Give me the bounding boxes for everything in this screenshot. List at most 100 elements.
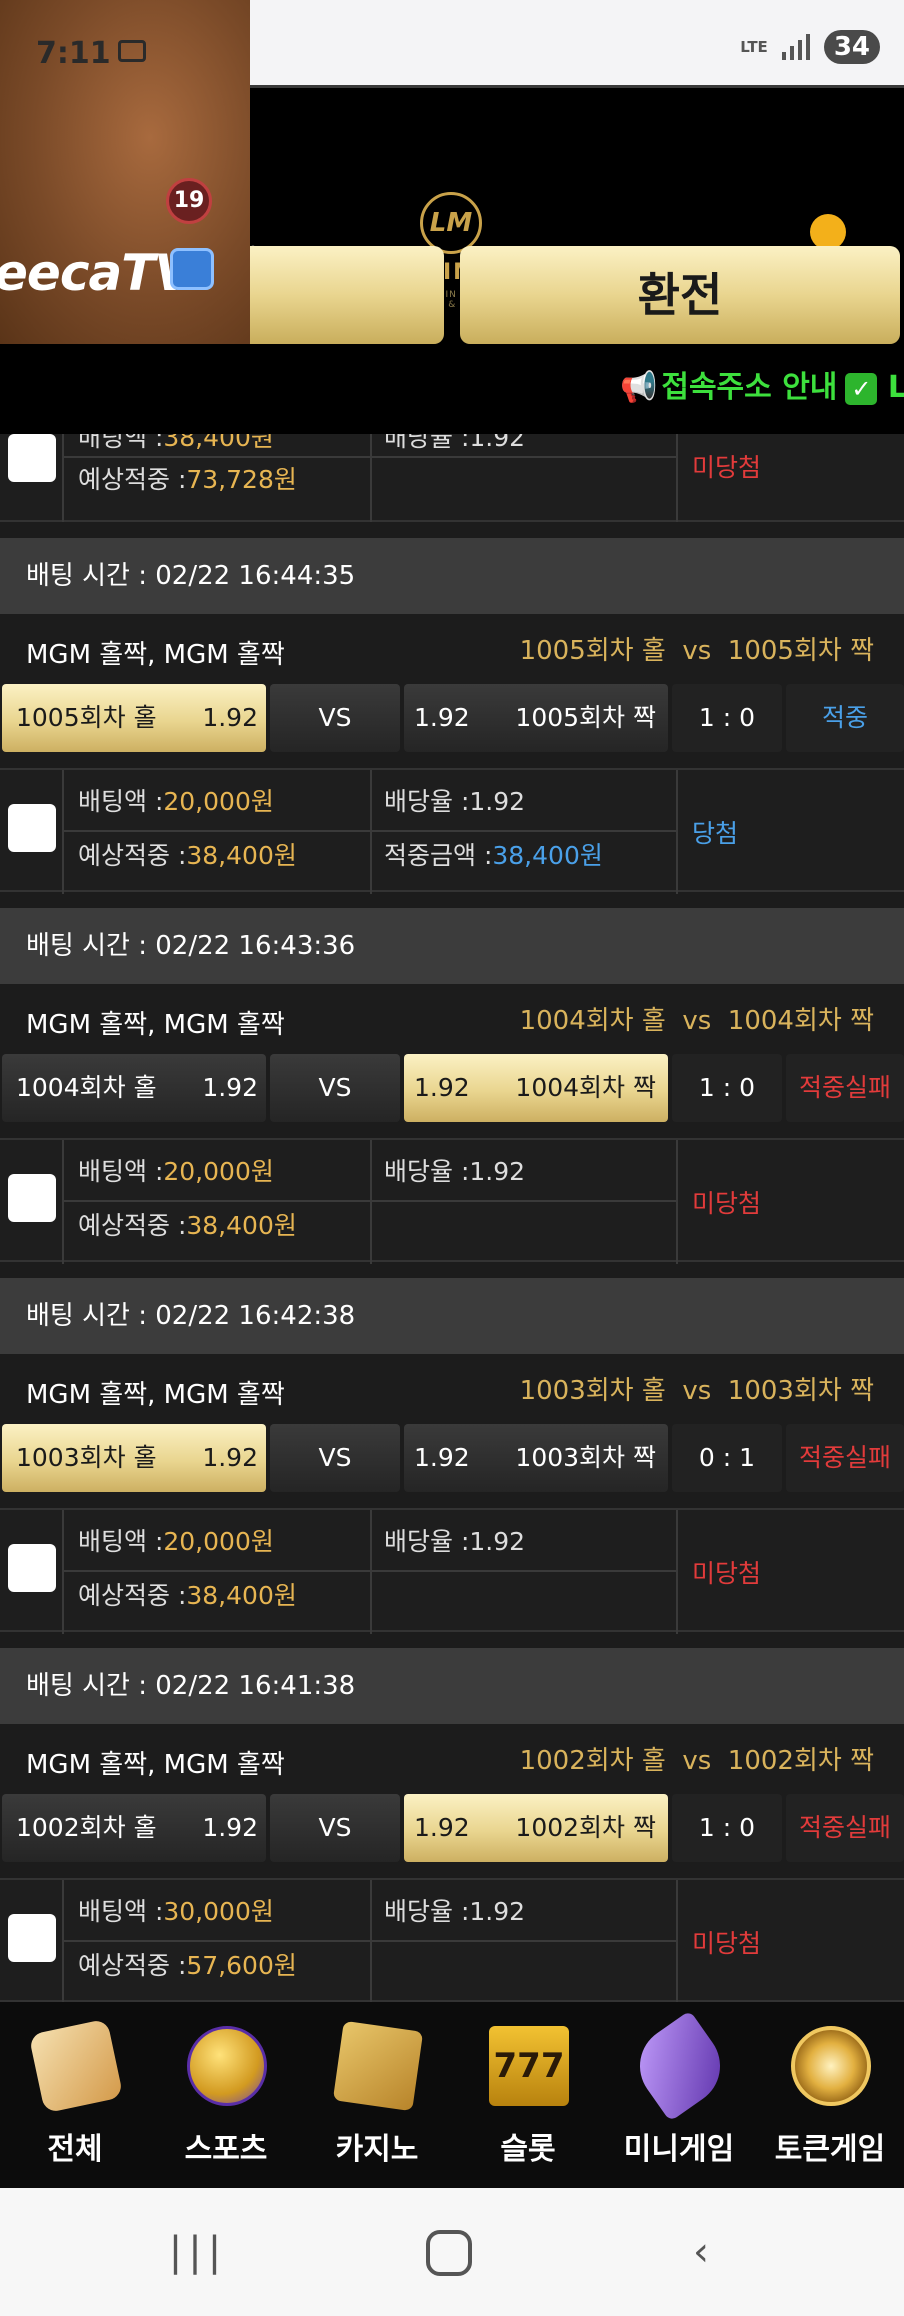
expected-value: 38,400원: [186, 841, 297, 870]
channel-logo: eecaTV: [0, 244, 193, 302]
home-odds: 1.92: [202, 1813, 258, 1842]
amount-value: 30,000원: [163, 1897, 274, 1926]
dice-icon: [28, 2018, 124, 2114]
score: 0 : 1: [672, 1424, 782, 1492]
score: 1 : 0: [672, 684, 782, 752]
away-pick[interactable]: 1.92 1003회차 짝: [404, 1424, 668, 1492]
bet-status: 미당첨: [692, 453, 762, 482]
home-pick[interactable]: 1002회차 홀 1.92: [2, 1794, 266, 1862]
home-pick[interactable]: 1003회차 홀 1.92: [2, 1424, 266, 1492]
expected-value: 73,728원: [186, 465, 297, 494]
amount-label: 배팅액 :: [78, 787, 164, 816]
away-pick[interactable]: 1.92 1004회차 짝: [404, 1054, 668, 1122]
nav-item[interactable]: 미니게임: [604, 2010, 754, 2176]
pick-row: 1002회차 홀 1.92 VS 1.92 1002회차 짝 1 : 0 적중실…: [0, 1794, 904, 1864]
nav-label: 미니게임: [623, 2132, 735, 2167]
away-team: 1004회차 짝: [515, 1073, 656, 1102]
away-odds: 1.92: [414, 1073, 470, 1102]
system-nav-bar: ||| ‹: [0, 2188, 904, 2316]
nav-item[interactable]: 777 슬롯: [453, 2016, 603, 2176]
score: 1 : 0: [672, 1054, 782, 1122]
amount-label: 배팅액 :: [78, 1157, 164, 1186]
video-overlay[interactable]: 7:11 19 eecaTV: [0, 0, 250, 344]
odds-label: 배당율 :: [384, 787, 470, 816]
expected-value: 38,400원: [186, 1581, 297, 1610]
match-away: 1003회차 짝: [727, 1376, 874, 1406]
game-row: MGM 홀짝, MGM 홀짝 1004회차 홀 vs 1004회차 짝: [0, 984, 904, 1054]
bet-select-checkbox[interactable]: [8, 1544, 56, 1592]
home-team: 1005회차 홀: [16, 703, 157, 732]
bet-time-bar: 배팅 시간 : 02/22 16:44:35: [0, 538, 904, 614]
game-name: MGM 홀짝, MGM 홀짝: [26, 1010, 285, 1040]
bet-card: 배팅 시간 : 02/22 16:44:35 MGM 홀짝, MGM 홀짝 10…: [0, 538, 904, 908]
amount-label: 배팅액 :: [78, 1897, 164, 1926]
odds-value: 1.92: [469, 434, 526, 452]
nav-item[interactable]: 토큰게임: [755, 2016, 904, 2176]
match-vs: vs: [682, 1746, 712, 1776]
vs-label: VS: [270, 1424, 400, 1492]
tv-icon: [170, 248, 214, 290]
vs-label: VS: [270, 684, 400, 752]
lte-icon: LTE: [740, 38, 768, 56]
cards-icon: [332, 2020, 424, 2112]
home-pick[interactable]: 1005회차 홀 1.92: [2, 684, 266, 752]
pick-row: 1004회차 홀 1.92 VS 1.92 1004회차 짝 1 : 0 적중실…: [0, 1054, 904, 1124]
nav-item[interactable]: 스포츠: [151, 2016, 301, 2176]
amount-value: 20,000원: [163, 1527, 274, 1556]
vs-label: VS: [270, 1054, 400, 1122]
home-pick[interactable]: 1004회차 홀 1.92: [2, 1054, 266, 1122]
away-odds: 1.92: [414, 703, 470, 732]
away-team: 1005회차 짝: [515, 703, 656, 732]
home-team: 1003회차 홀: [16, 1443, 157, 1472]
bet-card: 배팅 시간 : 02/22 16:43:36 MGM 홀짝, MGM 홀짝 10…: [0, 908, 904, 1278]
result-label: 적중실패: [786, 1794, 904, 1862]
home-icon[interactable]: [426, 2230, 472, 2276]
notice-tail: L: [887, 370, 904, 405]
bet-select-checkbox[interactable]: [8, 804, 56, 852]
bet-time-bar: 배팅 시간 : 02/22 16:43:36: [0, 908, 904, 984]
megaphone-icon: 📢: [620, 370, 658, 405]
bet-time: 02/22 16:44:35: [155, 561, 356, 591]
roulette-icon: [791, 2026, 871, 2106]
odds-label: 배당율 :: [384, 1157, 470, 1186]
expected-label: 예상적중 :: [78, 1951, 187, 1980]
home-odds: 1.92: [202, 703, 258, 732]
match-away: 1004회차 짝: [727, 1006, 874, 1036]
away-team: 1002회차 짝: [515, 1813, 656, 1842]
amount-value: 20,000원: [163, 787, 274, 816]
expected-value: 57,600원: [186, 1951, 297, 1980]
bet-time-bar: 배팅 시간 : 02/22 16:41:38: [0, 1648, 904, 1724]
nav-label: 토큰게임: [774, 2132, 886, 2167]
match-away: 1005회차 짝: [727, 636, 874, 666]
nav-item[interactable]: 전체: [0, 2016, 150, 2176]
bet-time: 02/22 16:42:38: [155, 1301, 356, 1331]
odds-label: 배당율 :: [384, 1527, 470, 1556]
bet-status: 미당첨: [692, 1559, 762, 1588]
rocket-icon: [624, 2010, 736, 2122]
bet-select-checkbox[interactable]: [8, 434, 56, 482]
odds-value: 1.92: [469, 1527, 526, 1556]
logo-mark: LM: [420, 192, 482, 254]
bet-card: 배팅 시간 : 02/22 16:41:38 MGM 홀짝, MGM 홀짝 10…: [0, 1648, 904, 2002]
bet-card: 배팅 시간 : 02/22 16:42:38 MGM 홀짝, MGM 홀짝 10…: [0, 1278, 904, 1648]
result-label: 적중: [786, 684, 904, 752]
away-pick[interactable]: 1.92 1002회차 짝: [404, 1794, 668, 1862]
bet-time-bar: 배팅 시간 : 02/22 16:42:38: [0, 1278, 904, 1354]
bet-status: 미당첨: [692, 1929, 762, 1958]
bet-select-checkbox[interactable]: [8, 1914, 56, 1962]
amount-label: 배팅액 :: [78, 1527, 164, 1556]
away-pick[interactable]: 1.92 1005회차 짝: [404, 684, 668, 752]
back-icon[interactable]: ‹: [676, 2226, 726, 2278]
recents-icon[interactable]: |||: [168, 2226, 228, 2278]
bet-detail: 배팅액 :20,000원 예상적중 :38,400원 배당율 :1.92 미당첨: [0, 1138, 904, 1264]
odds-label: 배당율 :: [384, 1897, 470, 1926]
away-odds: 1.92: [414, 1813, 470, 1842]
nav-item[interactable]: 카지노: [302, 2016, 452, 2176]
bet-select-checkbox[interactable]: [8, 1174, 56, 1222]
withdraw-button[interactable]: 환전: [460, 246, 900, 344]
notice-ticker[interactable]: 📢 접속주소 안내 ✓ L: [620, 362, 904, 406]
signal-icon: [781, 34, 810, 60]
pick-row: 1003회차 홀 1.92 VS 1.92 1003회차 짝 0 : 1 적중실…: [0, 1424, 904, 1494]
match-home: 1002회차 홀: [519, 1746, 666, 1776]
bet-history-list[interactable]: 배팅액 :38,400원 예상적중 :73,728원 배당율 :1.92 미당첨…: [0, 434, 904, 2002]
